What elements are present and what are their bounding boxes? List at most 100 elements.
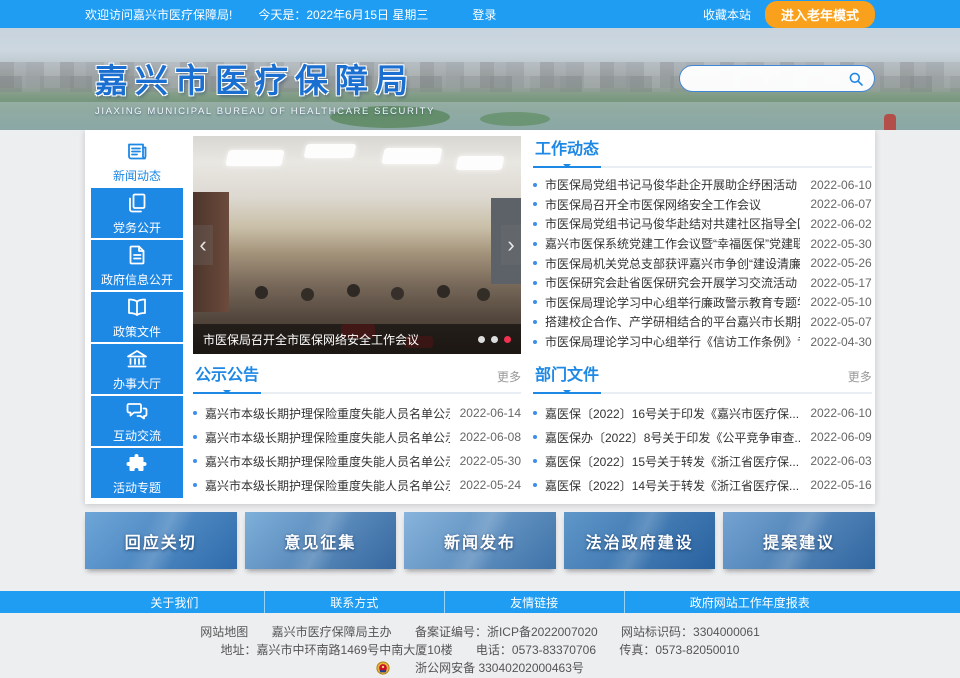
section-title-documents[interactable]: 部门文件 (533, 361, 601, 394)
elder-mode-button[interactable]: 进入老年模式 (765, 1, 875, 28)
banner-rule-of-law[interactable]: 法治政府建设 (564, 512, 716, 569)
section-title-work-news[interactable]: 工作动态 (533, 135, 601, 168)
sitemap-link[interactable]: 网站地图 (200, 625, 248, 639)
section-work-news: 工作动态 市医保局党组书记马俊华赴企开展助企纾困活动 2022-06-10 市医… (533, 136, 872, 354)
sidebar-item-label: 办事大厅 (113, 375, 161, 392)
banner-label: 新闻发布 (444, 529, 516, 553)
news-item[interactable]: 嘉医保〔2022〕15号关于转发《浙江省医疗保... 2022-06-03 (533, 449, 872, 473)
bullet-icon (533, 202, 537, 206)
copy-icon (125, 191, 149, 215)
section-title-announcements[interactable]: 公示公告 (193, 361, 261, 394)
site-code-text: 网站标识码：3304000061 (621, 625, 760, 639)
news-item-title: 搭建校企合作、产学研相结合的平台嘉兴市长期护理... (545, 313, 800, 330)
quick-link-banners: 回应关切 意见征集 新闻发布 法治政府建设 提案建议 (85, 512, 875, 569)
news-item[interactable]: 搭建校企合作、产学研相结合的平台嘉兴市长期护理... 2022-05-07 (533, 312, 872, 332)
carousel-caption-bar: 市医保局召开全市医保网络安全工作会议 (193, 324, 521, 354)
banner-proposals[interactable]: 提案建议 (723, 512, 875, 569)
carousel-next-arrow[interactable]: › (501, 225, 521, 265)
news-item[interactable]: 嘉兴市医保系统党建工作会议暨“幸福医保”党建联... 2022-05-30 (533, 234, 872, 254)
news-item[interactable]: 嘉医保〔2022〕14号关于转发《浙江省医疗保... 2022-05-16 (533, 473, 872, 497)
documents-list: 嘉医保〔2022〕16号关于印发《嘉兴市医疗保... 2022-06-10 嘉医… (533, 401, 872, 497)
sidebar-item-label: 活动专题 (113, 479, 161, 496)
sidebar-item-interaction[interactable]: 互动交流 (91, 396, 183, 446)
sidebar-item-label: 新闻动态 (113, 167, 161, 184)
news-item-date: 2022-05-30 (460, 454, 521, 468)
footer-nav-bar: 关于我们 联系方式 友情链接 政府网站工作年度报表 (0, 591, 960, 613)
bullet-icon (533, 300, 537, 304)
announcements-more-link[interactable]: 更多 (497, 368, 521, 392)
banner-opinion-collection[interactable]: 意见征集 (245, 512, 397, 569)
welcome-text: 欢迎访问嘉兴市医疗保障局! (85, 6, 232, 23)
news-item-date: 2022-05-26 (810, 256, 871, 270)
puzzle-icon (125, 451, 149, 475)
footer-link-annual-report[interactable]: 政府网站工作年度报表 (624, 591, 875, 613)
news-item[interactable]: 嘉医保办〔2022〕8号关于印发《公平竞争审查... 2022-06-09 (533, 425, 872, 449)
documents-more-link[interactable]: 更多 (848, 368, 872, 392)
news-item[interactable]: 市医保局理论学习中心组举行廉政警示教育专题学习... 2022-05-10 (533, 293, 872, 313)
carousel-prev-arrow[interactable]: ‹ (193, 225, 213, 265)
search-box[interactable] (679, 65, 875, 92)
news-item-title: 市医保局召开全市医保网络安全工作会议 (545, 196, 800, 213)
carousel-dot[interactable] (491, 336, 498, 343)
news-item[interactable]: 嘉医保〔2022〕16号关于印发《嘉兴市医疗保... 2022-06-10 (533, 401, 872, 425)
footer-link-contact[interactable]: 联系方式 (264, 591, 444, 613)
sidebar-menu: 新闻动态 党务公开 政府信息公开 (91, 136, 183, 498)
bank-icon (125, 347, 149, 371)
news-item[interactable]: 嘉兴市本级长期护理保险重度失能人员名单公示（2... 2022-06-08 (193, 425, 521, 449)
sidebar-item-policy-docs[interactable]: 政策文件 (91, 292, 183, 342)
bullet-icon (533, 320, 537, 324)
news-item-date: 2022-05-30 (810, 237, 871, 251)
sidebar-item-special-topics[interactable]: 活动专题 (91, 448, 183, 498)
news-item[interactable]: 市医保局党组书记马俊华赴企开展助企纾困活动 2022-06-10 (533, 175, 872, 195)
banner-respond-concerns[interactable]: 回应关切 (85, 512, 237, 569)
carousel-caption[interactable]: 市医保局召开全市医保网络安全工作会议 (203, 331, 470, 348)
site-subtitle: JIAXING MUNICIPAL BUREAU OF HEALTHCARE S… (95, 106, 435, 117)
sidebar-item-gov-info[interactable]: 政府信息公开 (91, 240, 183, 290)
carousel-dot-active[interactable] (504, 336, 511, 343)
bullet-icon (533, 340, 537, 344)
bullet-icon (193, 435, 197, 439)
news-item-date: 2022-06-14 (460, 406, 521, 420)
news-item-date: 2022-05-16 (810, 478, 871, 492)
section-documents: 部门文件 更多 嘉医保〔2022〕16号关于印发《嘉兴市医疗保... 2022-… (533, 362, 872, 498)
news-item-title: 市医保研究会赴省医保研究会开展学习交流活动 (545, 274, 800, 291)
bullet-icon (533, 222, 537, 226)
carousel-photo (193, 136, 521, 354)
news-item-title: 嘉兴市本级长期护理保险重度失能人员名单公示（2... (205, 477, 450, 494)
search-icon[interactable] (848, 71, 864, 87)
news-item-title: 市医保局机关党总支部获评嘉兴市争创“建设清廉机... (545, 255, 800, 272)
news-item[interactable]: 市医保局机关党总支部获评嘉兴市争创“建设清廉机... 2022-05-26 (533, 253, 872, 273)
news-item[interactable]: 市医保局召开全市医保网络安全工作会议 2022-06-07 (533, 195, 872, 215)
footer-link-about[interactable]: 关于我们 (85, 591, 264, 613)
chat-icon (125, 399, 149, 423)
news-item[interactable]: 嘉兴市本级长期护理保险重度失能人员名单公示（2... 2022-05-30 (193, 449, 521, 473)
sidebar-item-party-affairs[interactable]: 党务公开 (91, 188, 183, 238)
bullet-icon (533, 261, 537, 265)
news-item-date: 2022-05-24 (460, 478, 521, 492)
news-item[interactable]: 市医保研究会赴省医保研究会开展学习交流活动 2022-05-17 (533, 273, 872, 293)
news-item-title: 嘉兴市本级长期护理保险重度失能人员名单公示（2... (205, 429, 450, 446)
topbar: 欢迎访问嘉兴市医疗保障局! 今天是：2022年6月15日 星期三 登录 收藏本站… (0, 0, 960, 28)
carousel-dot[interactable] (478, 336, 485, 343)
login-link[interactable]: 登录 (472, 6, 496, 23)
ceiling-light (456, 156, 505, 170)
news-item[interactable]: 嘉兴市本级长期护理保险重度失能人员名单公示（2... 2022-05-24 (193, 473, 521, 497)
footer-link-friendly-links[interactable]: 友情链接 (444, 591, 624, 613)
section-announcements: 公示公告 更多 嘉兴市本级长期护理保险重度失能人员名单公示（2... 2022-… (193, 362, 521, 498)
search-input[interactable] (690, 72, 848, 86)
news-item-date: 2022-06-03 (810, 454, 871, 468)
favorite-link[interactable]: 收藏本站 (703, 6, 751, 23)
news-item-date: 2022-05-10 (810, 295, 871, 309)
news-item[interactable]: 市医保局理论学习中心组举行《信访工作条例》专题... 2022-04-30 (533, 332, 872, 352)
red-sculpture-decoration (884, 114, 896, 130)
bullet-icon (533, 435, 537, 439)
news-item[interactable]: 市医保局党组书记马俊华赴结对共建社区指导全国文... 2022-06-02 (533, 214, 872, 234)
sidebar-item-service-hall[interactable]: 办事大厅 (91, 344, 183, 394)
banner-news-release[interactable]: 新闻发布 (404, 512, 556, 569)
sidebar-item-news[interactable]: 新闻动态 (91, 136, 183, 186)
news-item-date: 2022-06-09 (810, 430, 871, 444)
news-item-date: 2022-06-02 (810, 217, 871, 231)
banner-label: 意见征集 (284, 529, 356, 553)
banner-label: 法治政府建设 (586, 529, 694, 553)
news-item[interactable]: 嘉兴市本级长期护理保险重度失能人员名单公示（2... 2022-06-14 (193, 401, 521, 425)
